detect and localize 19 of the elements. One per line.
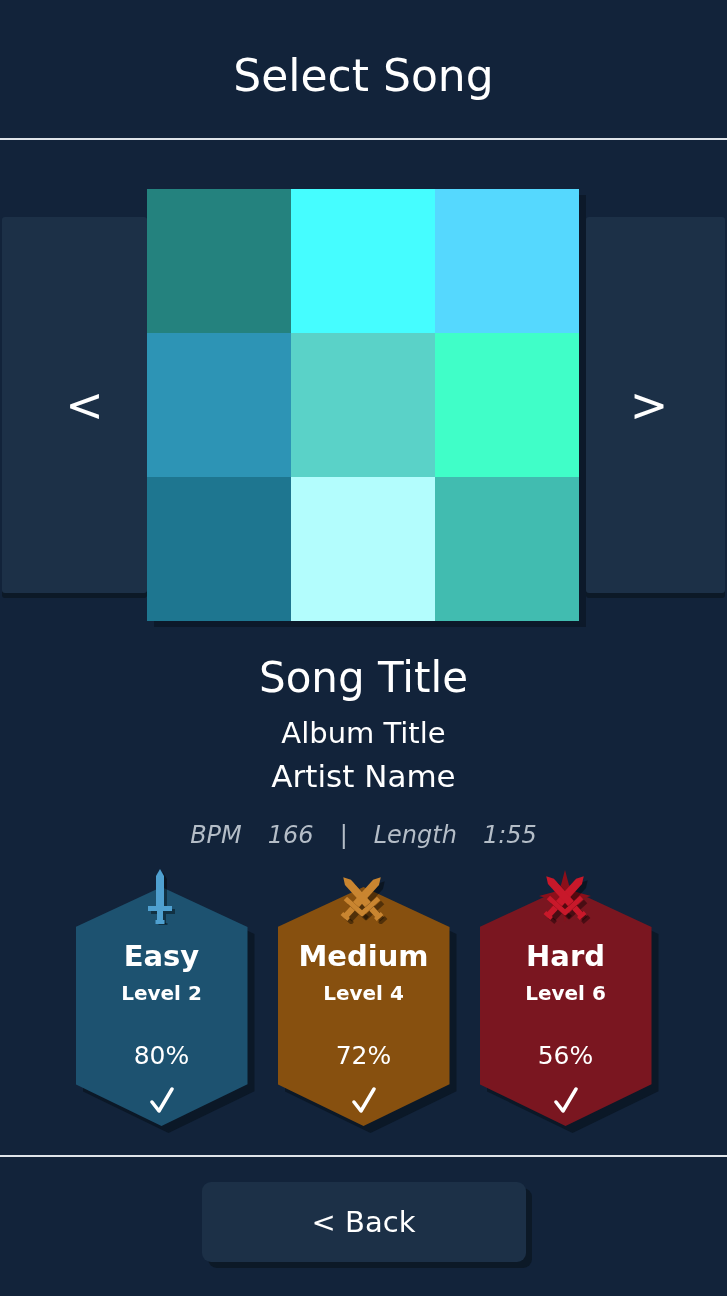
stat-label: BPM — [190, 820, 242, 851]
difficulty-name: Easy — [123, 939, 200, 973]
difficulty-level: Level 2 — [121, 981, 202, 1005]
difficulty-score: 80% — [133, 1041, 190, 1071]
stat-value: 166 — [267, 820, 314, 851]
song-title: Song Title — [259, 652, 468, 704]
difficulty-level: Level 4 — [323, 981, 404, 1005]
page-title: Select Song — [233, 50, 494, 102]
album-title: Album Title — [281, 715, 446, 752]
sword-icon — [146, 869, 177, 925]
difficulty-score: 56% — [537, 1041, 594, 1071]
difficulty-score: 72% — [335, 1041, 392, 1071]
artist-name: Artist Name — [271, 757, 456, 796]
difficulty-name: Medium — [298, 939, 429, 973]
difficulty-name: Hard — [526, 939, 605, 973]
difficulty-level: Level 6 — [525, 981, 606, 1005]
stats-separator: | — [339, 820, 348, 851]
stat-value: 1:55 — [482, 820, 537, 851]
stat-label: Length — [373, 820, 457, 851]
